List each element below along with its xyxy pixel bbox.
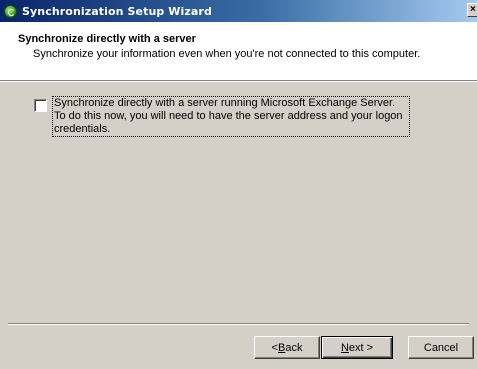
window-title: Synchronization Setup Wizard bbox=[22, 4, 212, 18]
back-button-rest: ack bbox=[285, 341, 303, 354]
page-subtitle: Synchronize your information even when y… bbox=[33, 48, 421, 60]
cancel-button-label: Cancel bbox=[423, 341, 459, 354]
next-button-rest: ext > bbox=[348, 341, 374, 354]
next-button[interactable]: Next > bbox=[321, 336, 393, 359]
close-button[interactable]: × bbox=[467, 3, 477, 17]
wizard-window: Synchronization Setup Wizard × Synchroni… bbox=[0, 0, 477, 369]
back-button[interactable]: < Back bbox=[254, 336, 320, 359]
next-button-accel: N bbox=[340, 341, 349, 354]
back-button-accel: B bbox=[277, 341, 286, 354]
page-title: Synchronize directly with a server bbox=[18, 33, 196, 45]
title-bar[interactable]: Synchronization Setup Wizard × bbox=[0, 0, 477, 22]
sync-server-checkbox[interactable] bbox=[34, 99, 47, 112]
cancel-button[interactable]: Cancel bbox=[408, 336, 474, 359]
close-icon: × bbox=[470, 4, 476, 15]
sync-server-label[interactable]: Synchronize directly with a server runni… bbox=[52, 96, 410, 137]
bottom-separator bbox=[8, 323, 469, 325]
wizard-header: Synchronize directly with a server Synch… bbox=[0, 22, 477, 82]
sync-app-icon bbox=[4, 4, 17, 18]
sync-server-option[interactable]: Synchronize directly with a server runni… bbox=[34, 96, 410, 137]
